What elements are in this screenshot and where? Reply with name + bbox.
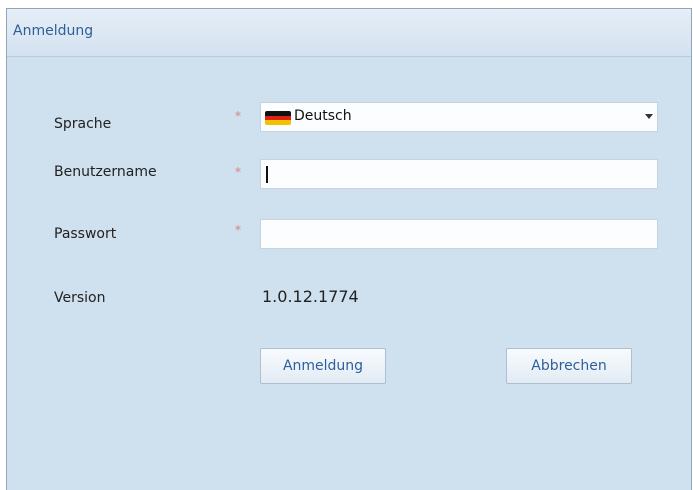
username-required-marker: *: [235, 165, 241, 179]
username-input[interactable]: [260, 159, 658, 189]
germany-flag-icon: [265, 111, 291, 125]
window-title: Anmeldung: [13, 23, 94, 39]
version-label: Version: [54, 290, 106, 306]
language-label: Sprache: [54, 116, 112, 132]
language-select[interactable]: Deutsch: [260, 102, 658, 132]
language-selected-value: Deutsch: [294, 108, 352, 124]
login-window: Anmeldung Sprache * Deutsch Benutzername…: [6, 8, 692, 490]
version-value: 1.0.12.1774: [262, 287, 359, 306]
password-label: Passwort: [54, 226, 117, 242]
password-required-marker: *: [235, 223, 241, 237]
title-bar: Anmeldung: [7, 9, 691, 57]
language-required-marker: *: [235, 109, 241, 123]
chevron-down-icon[interactable]: [645, 114, 653, 119]
cancel-button[interactable]: Abbrechen: [506, 348, 632, 384]
login-button[interactable]: Anmeldung: [260, 348, 386, 384]
password-input[interactable]: [260, 219, 658, 249]
text-cursor: [266, 166, 268, 183]
username-label: Benutzername: [54, 164, 157, 180]
